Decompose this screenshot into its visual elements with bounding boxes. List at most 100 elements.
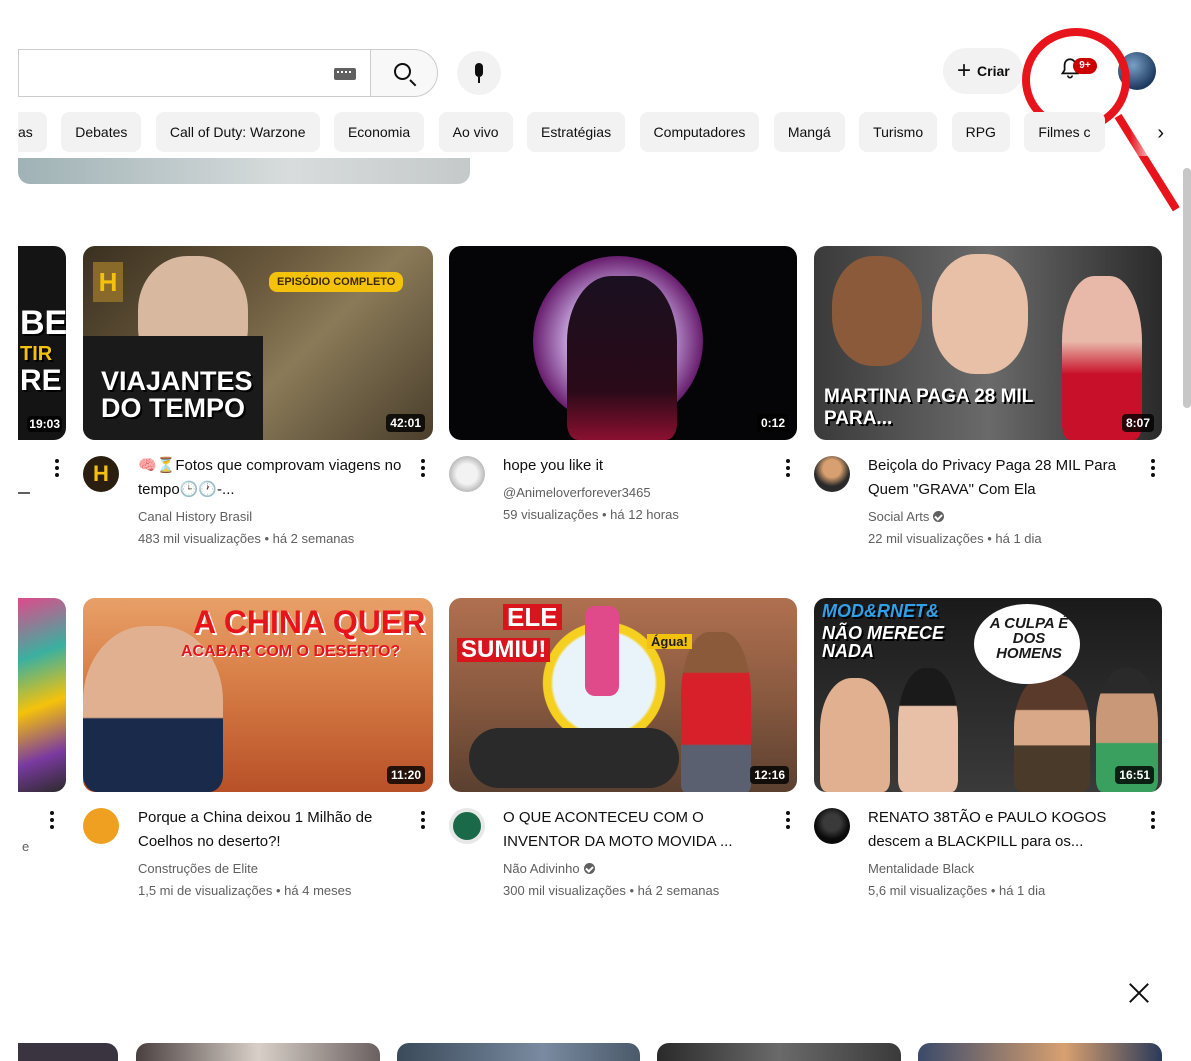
category-chips-bar: as Debates Call of Duty: Warzone Economi… (18, 112, 1168, 156)
video-thumbnail[interactable] (657, 1043, 901, 1061)
video-title[interactable]: RENATO 38TÃO e PAULO KOGOS descem a BLAC… (868, 806, 1143, 854)
search-button[interactable] (370, 49, 438, 97)
verified-check-icon (933, 511, 945, 522)
thumbnail-text: VIAJANTES DO TEMPO (101, 366, 253, 423)
more-vert-icon[interactable] (786, 811, 790, 829)
video-thumbnail[interactable] (18, 598, 66, 792)
thumbnail-person (1014, 674, 1090, 792)
thumbnail-text: MARTINA PAGA 28 MIL PARA... (824, 386, 1034, 429)
video-thumbnail[interactable]: BEI TIR RE 19:03 (18, 246, 66, 440)
video-thumbnail[interactable] (918, 1043, 1162, 1061)
search-icon (394, 63, 411, 80)
channel-name[interactable]: @Animeloverforever3465 (503, 482, 793, 504)
duration-badge: 19:03 (27, 416, 62, 432)
thumbnail-text: RE (20, 364, 62, 397)
scrollbar[interactable] (1183, 168, 1191, 408)
chip[interactable]: Economia (333, 112, 425, 152)
more-vert-icon[interactable] (421, 459, 425, 477)
create-label: Criar (977, 63, 1010, 79)
partial-thumbnail[interactable] (18, 158, 470, 184)
video-thumbnail[interactable] (136, 1043, 380, 1061)
more-vert-icon[interactable] (786, 459, 790, 477)
more-vert-icon[interactable] (55, 459, 59, 477)
plus-icon: + (957, 57, 972, 84)
channel-name[interactable]: Canal History Brasil (138, 506, 428, 528)
channel-avatar[interactable] (814, 456, 850, 492)
channel-avatar[interactable] (83, 808, 119, 844)
microphone-icon (475, 63, 483, 83)
chip[interactable]: Filmes c (1024, 112, 1105, 152)
more-vert-icon[interactable] (421, 811, 425, 829)
channel-line: Não Adivinho (503, 858, 793, 880)
channel-avatar[interactable] (449, 808, 485, 844)
thumbnail-text: SUMIU! (457, 638, 551, 662)
chip[interactable]: as (18, 112, 47, 152)
video-title[interactable]: Porque a China deixou 1 Milhão de Coelho… (138, 806, 413, 854)
video-thumbnail[interactable] (397, 1043, 640, 1061)
chip[interactable]: Estratégias (527, 112, 626, 152)
thumbnail-bottle (585, 606, 619, 696)
channel-name[interactable]: Social Arts (868, 509, 929, 524)
more-vert-icon[interactable] (1151, 459, 1155, 477)
keyboard-icon[interactable] (334, 68, 356, 80)
video-thumbnail[interactable] (18, 1043, 118, 1061)
channel-name[interactable]: Construções de Elite (138, 858, 428, 880)
duration-badge: 42:01 (386, 414, 425, 432)
chevron-right-icon: › (1157, 122, 1164, 144)
video-stats: 483 mil visualizações • há 2 semanas (138, 531, 355, 546)
video-stats: 1,5 mi de visualizações • há 4 meses (138, 883, 352, 898)
video-stats: 59 visualizações • há 12 horas (503, 507, 679, 522)
thumbnail-text: A CHINA QUER (193, 604, 426, 640)
chip[interactable]: Computadores (639, 112, 760, 152)
thumbnail-motorcycle (469, 728, 679, 788)
thumbnail-person (832, 256, 922, 366)
thumbnail-person (681, 632, 751, 792)
search-input[interactable] (18, 49, 370, 97)
create-button[interactable]: + Criar (943, 48, 1023, 94)
thumbnail-text: TIR (20, 343, 53, 365)
more-vert-icon[interactable] (50, 811, 54, 829)
chip[interactable]: Debates (61, 112, 142, 152)
chips-scroll-right-button[interactable]: › (1130, 112, 1190, 156)
thumbnail-character (567, 276, 677, 440)
video-title[interactable]: Beiçola do Privacy Paga 28 MIL Para Quem… (868, 454, 1143, 502)
video-stats: 5,6 mil visualizações • há 1 dia (868, 883, 1046, 898)
channel-line: Social Arts (868, 506, 1158, 528)
channel-avatar[interactable] (814, 808, 850, 844)
more-vert-icon[interactable] (1151, 811, 1155, 829)
close-icon[interactable] (1126, 980, 1152, 1006)
chip[interactable]: RPG (951, 112, 1010, 152)
video-thumbnail[interactable]: A CHINA QUER ACABAR COM O DESERTO? 11:20 (83, 598, 433, 792)
chip[interactable]: Call of Duty: Warzone (155, 112, 320, 152)
verified-check-icon (583, 863, 595, 874)
channel-name[interactable]: Não Adivinho (503, 861, 580, 876)
video-title[interactable]: 🧠⏳Fotos que comprovam viagens no tempo🕒🕐… (138, 454, 413, 502)
chip[interactable]: Turismo (859, 112, 938, 152)
video-stats: 22 mil visualizações • há 1 dia (868, 531, 1042, 546)
video-stats: 300 mil visualizações • há 2 semanas (503, 883, 720, 898)
channel-name[interactable]: Mentalidade Black (868, 858, 1158, 880)
video-thumbnail[interactable]: H EPISÓDIO COMPLETO VIAJANTES DO TEMPO 4… (83, 246, 433, 440)
video-title[interactable]: O QUE ACONTECEU COM O INVENTOR DA MOTO M… (503, 806, 778, 854)
channel-avatar[interactable] (449, 456, 485, 492)
chip[interactable]: Ao vivo (438, 112, 513, 152)
video-thumbnail[interactable]: MARTINA PAGA 28 MIL PARA... 8:07 (814, 246, 1162, 440)
thumbnail-badge: EPISÓDIO COMPLETO (269, 272, 404, 292)
thumbnail-person (932, 254, 1028, 374)
duration-badge: 8:07 (1121, 414, 1154, 432)
thumbnail-text: BEI (20, 304, 66, 342)
video-thumbnail[interactable]: 0:12 (449, 246, 797, 440)
video-title[interactable]: hope you like it (503, 454, 778, 478)
video-thumbnail[interactable]: ELE SUMIU! Água! 12:16 (449, 598, 797, 792)
video-thumbnail[interactable]: MOD&RNET& NÃO MERECE NADA A CULPA É DOS … (814, 598, 1162, 792)
thumbnail-person (820, 678, 890, 792)
duration-badge: 11:20 (386, 766, 425, 784)
truncated-meta: e (22, 839, 30, 854)
chip[interactable]: Mangá (773, 112, 845, 152)
channel-avatar[interactable]: H (83, 456, 119, 492)
thumbnail-text: MOD&RNET& (822, 601, 939, 621)
history-logo: H (93, 262, 123, 302)
voice-search-button[interactable] (457, 51, 501, 95)
thumbnail-text: Água! (647, 634, 692, 649)
thumbnail-text: A CULPA É DOS HOMENS (989, 615, 1069, 662)
